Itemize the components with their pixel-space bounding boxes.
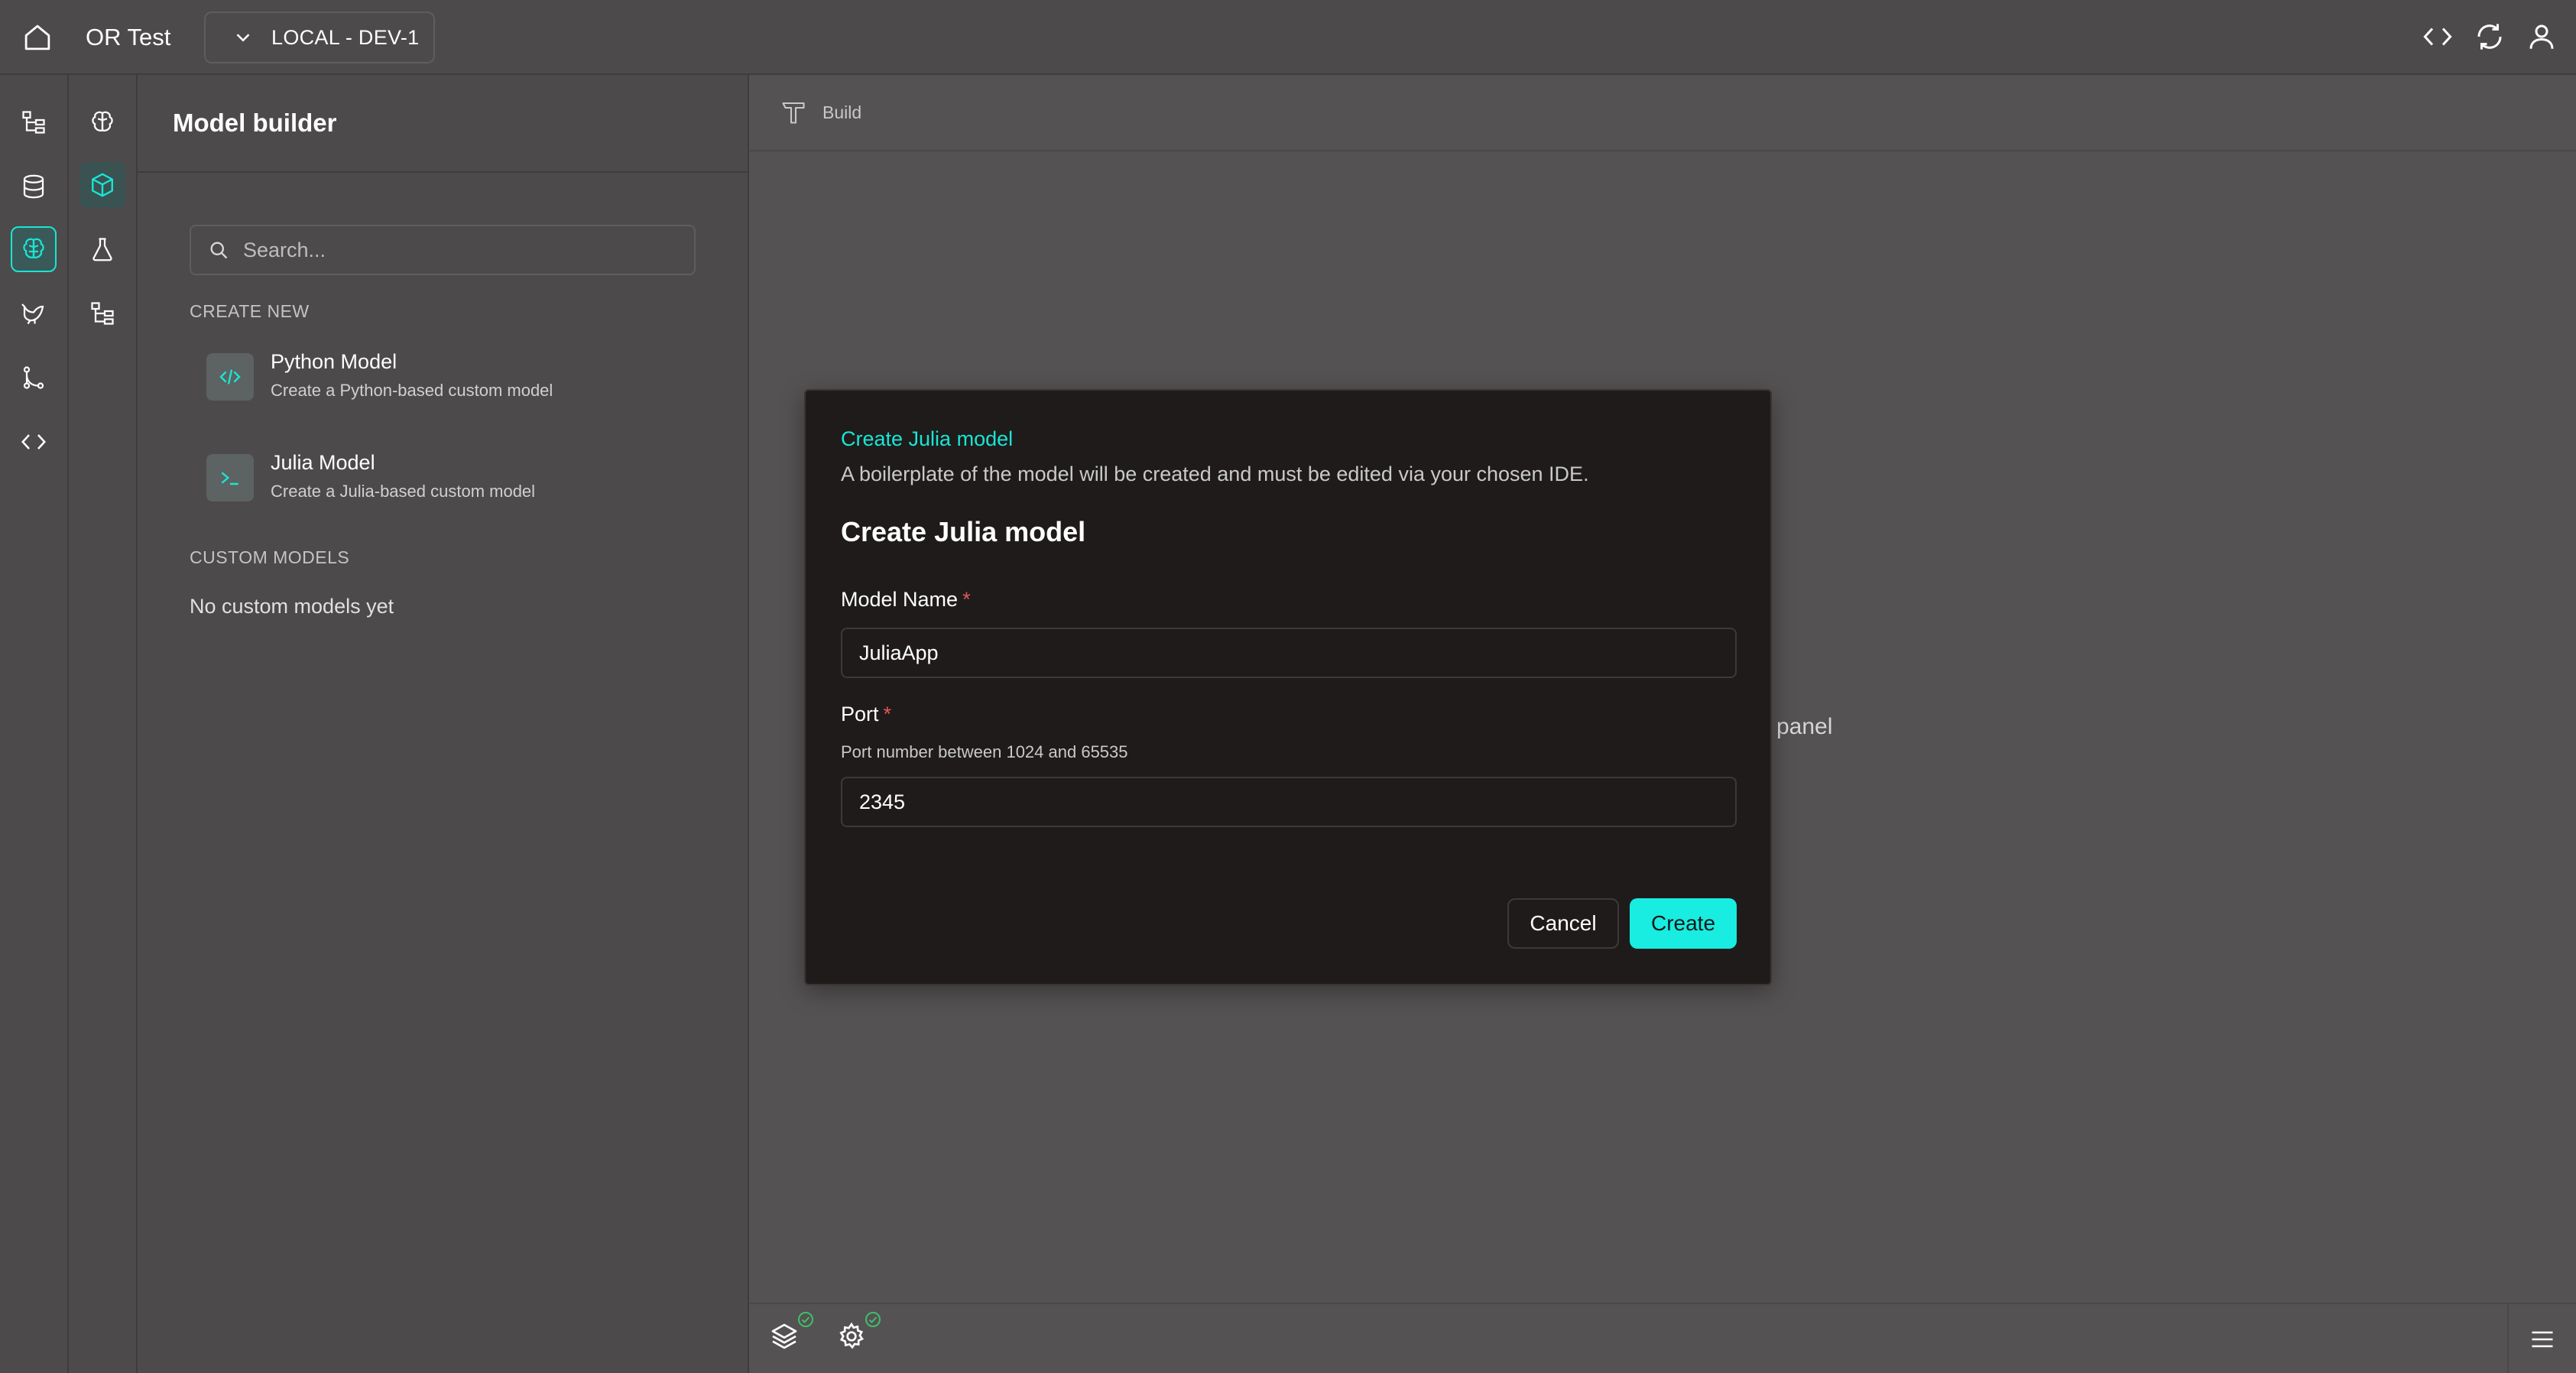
brain-icon[interactable] <box>11 226 57 272</box>
hierarchy-icon[interactable] <box>11 99 57 145</box>
environment-select[interactable]: LOCAL - DEV-1 <box>204 11 435 63</box>
main-tabbar: Build <box>749 75 2576 151</box>
python-model-title: Python Model <box>271 350 397 373</box>
empty-custom-models: No custom models yet <box>190 595 394 618</box>
port-input[interactable] <box>841 777 1737 827</box>
create-button[interactable]: Create <box>1630 898 1737 949</box>
database-icon[interactable] <box>11 164 57 209</box>
background-panel-text: panel <box>1776 714 1833 739</box>
search-box[interactable] <box>190 225 696 275</box>
required-mark: * <box>962 588 971 611</box>
search-input[interactable] <box>243 238 671 262</box>
code-icon[interactable] <box>11 419 57 465</box>
model-name-input[interactable] <box>841 628 1737 678</box>
app-title: OR Test <box>86 24 171 50</box>
code-icon[interactable] <box>2422 21 2454 53</box>
dialog-title: Create Julia model <box>841 516 1086 547</box>
check-circle-icon <box>865 1312 881 1327</box>
menu-icon[interactable] <box>2507 1304 2576 1373</box>
dialog-description: A boilerplate of the model will be creat… <box>841 463 1589 485</box>
search-icon <box>210 242 228 259</box>
hammer-icon <box>782 102 805 124</box>
port-label: Port * <box>841 703 891 726</box>
panel-header: Model builder <box>138 75 748 173</box>
model-name-label: Model Name * <box>841 588 971 612</box>
check-circle-icon <box>798 1312 813 1327</box>
port-help-text: Port number between 1024 and 65535 <box>841 742 1128 761</box>
top-actions <box>2422 21 2558 53</box>
model-builder-panel: Model builder CREATE NEW Python Model Cr… <box>138 75 749 1373</box>
terminal-icon <box>206 454 254 501</box>
cancel-button[interactable]: Cancel <box>1507 898 1619 949</box>
layers-icon[interactable] <box>769 1312 813 1352</box>
chevron-down-icon <box>236 34 250 42</box>
code-icon <box>206 353 254 401</box>
flask-icon[interactable] <box>79 226 125 272</box>
brain-icon[interactable] <box>79 99 125 145</box>
port-label-text: Port <box>841 703 879 725</box>
home-icon[interactable] <box>21 21 54 54</box>
python-model-item[interactable]: Python Model Create a Python-based custo… <box>206 347 696 416</box>
cube-icon[interactable] <box>79 162 125 208</box>
julia-model-item[interactable]: Julia Model Create a Julia-based custom … <box>206 448 696 517</box>
bird-icon[interactable] <box>11 291 57 336</box>
secondary-nav-rail <box>69 75 138 1373</box>
user-icon[interactable] <box>2526 21 2558 53</box>
create-julia-model-dialog: Create Julia model A boilerplate of the … <box>804 389 1772 985</box>
git-branch-icon[interactable] <box>11 355 57 401</box>
julia-model-title: Julia Model <box>271 451 375 474</box>
required-mark: * <box>883 703 892 725</box>
dialog-kicker: Create Julia model <box>841 427 1014 450</box>
custom-models-label: CUSTOM MODELS <box>190 547 350 567</box>
environment-label: LOCAL - DEV-1 <box>271 25 420 49</box>
primary-nav-rail <box>0 75 69 1373</box>
create-new-label: CREATE NEW <box>190 301 310 321</box>
refresh-icon[interactable] <box>2474 21 2506 53</box>
python-model-subtitle: Create a Python-based custom model <box>271 381 553 400</box>
bottom-bar <box>749 1303 2576 1373</box>
gear-icon[interactable] <box>836 1312 881 1352</box>
tab-build[interactable]: Build <box>822 102 861 123</box>
model-name-label-text: Model Name <box>841 588 959 611</box>
julia-model-subtitle: Create a Julia-based custom model <box>271 482 536 501</box>
hierarchy-icon[interactable] <box>79 291 125 336</box>
top-bar: OR Test LOCAL - DEV-1 <box>0 0 2576 75</box>
panel-title: Model builder <box>173 109 337 137</box>
